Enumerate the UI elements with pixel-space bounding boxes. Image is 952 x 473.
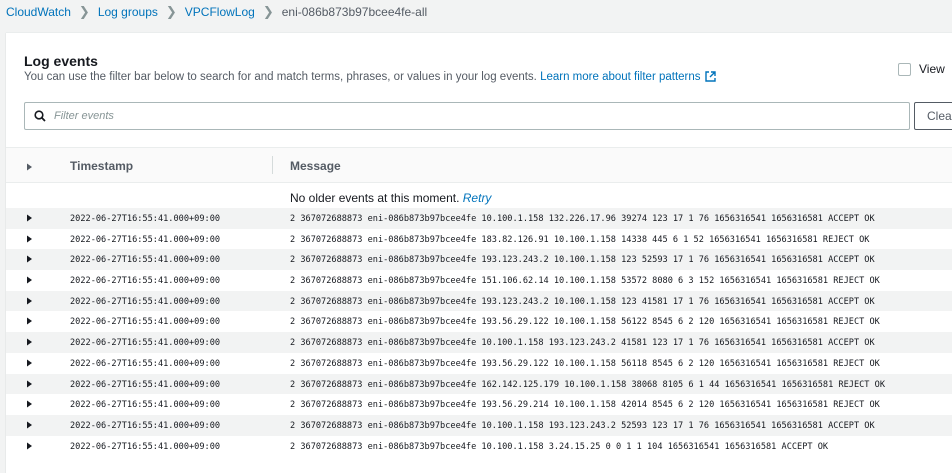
- expand-row-caret-icon[interactable]: [26, 421, 33, 432]
- expand-row-caret-icon[interactable]: [26, 276, 33, 287]
- expand-all-caret-icon[interactable]: [26, 160, 33, 174]
- log-event-rows: 2022-06-27T16:55:41.000+09:00 2 367072688…: [6, 208, 952, 456]
- expand-row-caret-icon[interactable]: [26, 359, 33, 370]
- row-message: 2 367072688873 eni-086b873b97bcee4fe 193…: [290, 296, 875, 307]
- row-message: 2 367072688873 eni-086b873b97bcee4fe 10.…: [290, 420, 875, 431]
- row-timestamp: 2022-06-27T16:55:41.000+09:00: [70, 441, 221, 452]
- breadcrumb-log-groups[interactable]: Log groups: [98, 5, 158, 19]
- clear-button[interactable]: Clea: [914, 102, 952, 130]
- log-event-row[interactable]: 2022-06-27T16:55:41.000+09:00 2 367072688…: [6, 208, 952, 229]
- filter-bar[interactable]: [24, 102, 910, 130]
- row-timestamp: 2022-06-27T16:55:41.000+09:00: [70, 276, 221, 287]
- learn-more-link[interactable]: Learn more about filter patterns: [540, 71, 716, 85]
- log-event-row[interactable]: 2022-06-27T16:55:41.000+09:00 2 367072688…: [6, 270, 952, 291]
- row-timestamp: 2022-06-27T16:55:41.000+09:00: [70, 234, 221, 245]
- learn-more-text[interactable]: Learn more about filter patterns: [540, 71, 700, 83]
- expand-row-caret-icon[interactable]: [26, 297, 33, 308]
- column-divider[interactable]: [272, 156, 273, 174]
- breadcrumb-separator-icon: ❯: [165, 4, 177, 19]
- timestamp-column-header: Timestamp: [70, 159, 134, 173]
- row-message: 2 367072688873 eni-086b873b97bcee4fe 193…: [290, 317, 880, 328]
- expand-row-caret-icon[interactable]: [26, 255, 33, 266]
- row-timestamp: 2022-06-27T16:55:41.000+09:00: [70, 338, 221, 349]
- row-message: 2 367072688873 eni-086b873b97bcee4fe 193…: [290, 358, 880, 369]
- log-event-row[interactable]: 2022-06-27T16:55:41.000+09:00 2 367072688…: [6, 332, 952, 353]
- log-event-row[interactable]: 2022-06-27T16:55:41.000+09:00 2 367072688…: [6, 394, 952, 415]
- log-event-row[interactable]: 2022-06-27T16:55:41.000+09:00 2 367072688…: [6, 353, 952, 374]
- panel-description-text: You can use the filter bar below to sear…: [24, 71, 537, 83]
- retry-link[interactable]: Retry: [463, 191, 492, 205]
- table-header: Timestamp Message: [6, 147, 952, 183]
- row-timestamp: 2022-06-27T16:55:41.000+09:00: [70, 358, 221, 369]
- row-message: 2 367072688873 eni-086b873b97bcee4fe 183…: [290, 234, 870, 245]
- row-message: 2 367072688873 eni-086b873b97bcee4fe 10.…: [290, 214, 875, 224]
- log-events-panel: Log events You can use the filter bar be…: [6, 32, 952, 473]
- row-message: 2 367072688873 eni-086b873b97bcee4fe 10.…: [290, 338, 875, 349]
- expand-row-caret-icon[interactable]: [26, 214, 33, 225]
- no-older-events: No older events at this moment. Retry: [290, 191, 491, 205]
- expand-row-caret-icon[interactable]: [26, 235, 33, 246]
- log-event-row[interactable]: 2022-06-27T16:55:41.000+09:00 2 367072688…: [6, 249, 952, 271]
- view-toggle[interactable]: View: [898, 62, 945, 76]
- row-timestamp: 2022-06-27T16:55:41.000+09:00: [70, 420, 221, 431]
- view-label: View: [919, 62, 945, 76]
- external-link-icon: [704, 71, 716, 85]
- breadcrumb-cloudwatch[interactable]: CloudWatch: [6, 5, 71, 19]
- log-event-row[interactable]: 2022-06-27T16:55:41.000+09:00 2 367072688…: [6, 290, 952, 312]
- log-event-row[interactable]: 2022-06-27T16:55:41.000+09:00 2 367072688…: [6, 229, 952, 250]
- log-event-row[interactable]: 2022-06-27T16:55:41.000+09:00 2 367072688…: [6, 373, 952, 395]
- breadcrumb-vpcflowlog[interactable]: VPCFlowLog: [185, 5, 255, 19]
- breadcrumb-current: eni-086b873b97bcee4fe-all: [281, 5, 428, 19]
- expand-row-caret-icon[interactable]: [26, 317, 33, 328]
- filter-events-input[interactable]: [52, 109, 856, 123]
- row-message: 2 367072688873 eni-086b873b97bcee4fe 193…: [290, 400, 880, 411]
- expand-row-caret-icon[interactable]: [26, 338, 33, 349]
- message-column-header: Message: [290, 159, 341, 173]
- log-event-row[interactable]: 2022-06-27T16:55:41.000+09:00 2 367072688…: [6, 436, 952, 457]
- row-message: 2 367072688873 eni-086b873b97bcee4fe 193…: [290, 255, 875, 266]
- row-timestamp: 2022-06-27T16:55:41.000+09:00: [70, 296, 221, 307]
- row-message: 2 367072688873 eni-086b873b97bcee4fe 162…: [290, 379, 885, 390]
- log-event-row[interactable]: 2022-06-27T16:55:41.000+09:00 2 367072688…: [6, 311, 952, 332]
- row-timestamp: 2022-06-27T16:55:41.000+09:00: [70, 400, 221, 411]
- expand-row-caret-icon[interactable]: [26, 442, 33, 453]
- panel-description: You can use the filter bar below to sear…: [24, 71, 716, 85]
- row-timestamp: 2022-06-27T16:55:41.000+09:00: [70, 379, 221, 390]
- log-event-row[interactable]: 2022-06-27T16:55:41.000+09:00 2 367072688…: [6, 414, 952, 436]
- view-checkbox[interactable]: [898, 62, 911, 76]
- expand-row-caret-icon[interactable]: [26, 400, 33, 411]
- row-timestamp: 2022-06-27T16:55:41.000+09:00: [70, 214, 221, 224]
- breadcrumb-separator-icon: ❯: [262, 4, 274, 19]
- expand-row-caret-icon[interactable]: [26, 380, 33, 391]
- row-timestamp: 2022-06-27T16:55:41.000+09:00: [70, 317, 221, 328]
- row-message: 2 367072688873 eni-086b873b97bcee4fe 10.…: [290, 441, 829, 452]
- search-icon: [34, 110, 46, 122]
- row-message: 2 367072688873 eni-086b873b97bcee4fe 151…: [290, 276, 880, 287]
- panel-title: Log events: [24, 53, 98, 69]
- no-older-text: No older events at this moment.: [290, 191, 460, 205]
- row-timestamp: 2022-06-27T16:55:41.000+09:00: [70, 255, 221, 266]
- breadcrumb-separator-icon: ❯: [78, 4, 90, 19]
- breadcrumb: CloudWatch ❯ Log groups ❯ VPCFlowLog ❯ e…: [6, 0, 427, 24]
